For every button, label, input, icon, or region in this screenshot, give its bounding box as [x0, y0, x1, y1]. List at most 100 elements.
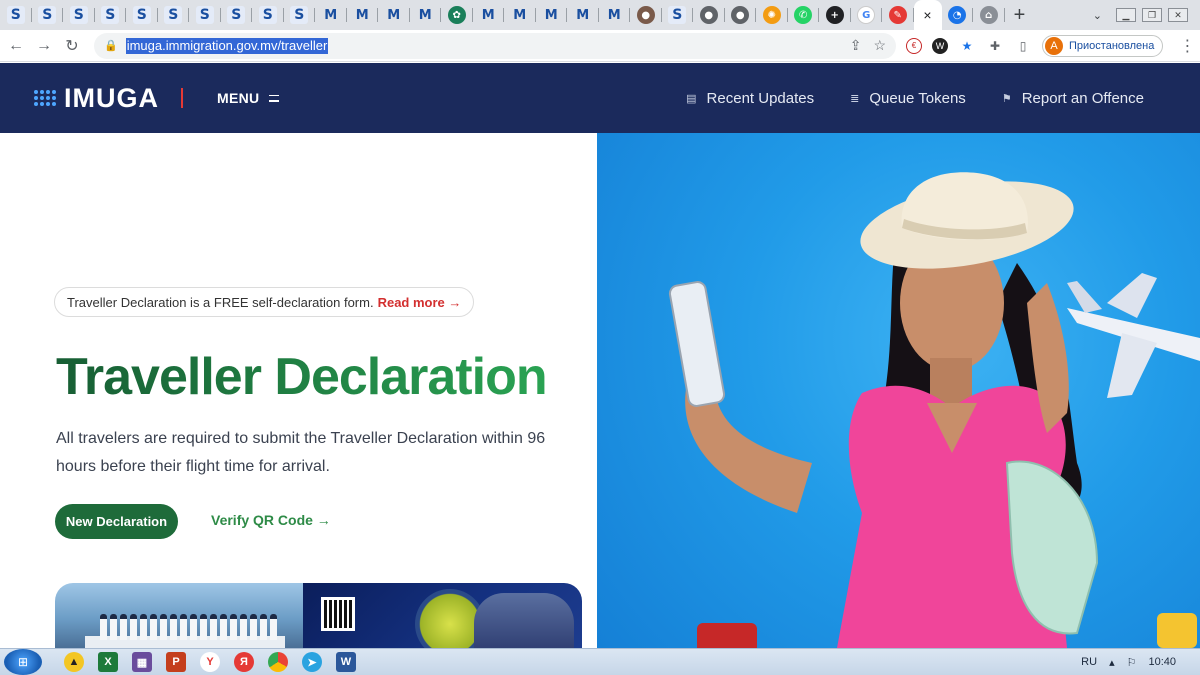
- extension-dark-icon[interactable]: W: [932, 37, 948, 54]
- profile-button[interactable]: A Приостановлена: [1042, 34, 1164, 57]
- traveller-illustration: [668, 172, 1200, 648]
- bookmark-star-icon[interactable]: ☆: [873, 37, 886, 54]
- avast-icon[interactable]: ▲: [64, 652, 84, 672]
- new-tab-button[interactable]: +: [1005, 0, 1035, 30]
- telegram-icon[interactable]: ➤: [302, 652, 322, 672]
- excel-icon[interactable]: X: [98, 652, 118, 672]
- tab-favicon-icon: ⌂: [979, 6, 998, 24]
- yandex-icon[interactable]: Я: [234, 652, 254, 672]
- windows-start-button[interactable]: ⊞: [4, 649, 42, 675]
- extensions-area: € W ★ ✚ ▯ A Приостановлена ⋮: [906, 34, 1195, 57]
- tab-favicon-icon: ●: [699, 6, 718, 24]
- browser-tab-9[interactable]: S: [284, 0, 316, 30]
- powerpoint-icon[interactable]: P: [166, 652, 186, 672]
- browser-tab-10[interactable]: M: [315, 0, 347, 30]
- url-text[interactable]: imuga.immigration.gov.mv/traveller: [125, 37, 329, 54]
- browser-tab-26[interactable]: +: [819, 0, 851, 30]
- nav-recent-updates[interactable]: ▤ Recent Updates: [686, 90, 814, 107]
- back-icon[interactable]: ←: [4, 32, 28, 60]
- tab-search-icon[interactable]: ⌄: [1093, 9, 1102, 22]
- browser-tab-28[interactable]: ✎: [882, 0, 914, 30]
- browser-tab-5[interactable]: S: [158, 0, 190, 30]
- logo[interactable]: IMUGA: [34, 83, 159, 114]
- browser-tab-12[interactable]: M: [378, 0, 410, 30]
- address-bar[interactable]: 🔒 imuga.immigration.gov.mv/traveller ⇪ ☆: [94, 32, 896, 59]
- reload-icon[interactable]: ↻: [60, 32, 84, 60]
- tab-favicon-icon: S: [258, 6, 277, 24]
- network-icon[interactable]: ⚐: [1127, 656, 1137, 669]
- browser-tab-14[interactable]: ✿: [441, 0, 473, 30]
- new-declaration-button[interactable]: New Declaration: [55, 504, 178, 539]
- tray-expand-icon[interactable]: ▴: [1109, 656, 1115, 669]
- menu-button[interactable]: MENU: [217, 90, 280, 106]
- browser-tab-15[interactable]: M: [473, 0, 505, 30]
- browser-tab-19[interactable]: M: [599, 0, 631, 30]
- tab-favicon-icon: ✿: [447, 6, 466, 24]
- lock-icon[interactable]: 🔒: [104, 39, 118, 52]
- browser-tab-4[interactable]: S: [126, 0, 158, 30]
- browser-tab-13[interactable]: M: [410, 0, 442, 30]
- promo-banner[interactable]: [55, 583, 582, 648]
- browser-tab-extra-1[interactable]: ⌂: [973, 0, 1005, 30]
- browser-tab-11[interactable]: M: [347, 0, 379, 30]
- yandex-browser-icon[interactable]: Y: [200, 652, 220, 672]
- tab-favicon-icon: M: [418, 7, 432, 23]
- word-icon[interactable]: W: [336, 652, 356, 672]
- extension-icon[interactable]: €: [906, 37, 922, 54]
- close-window-button[interactable]: ✕: [1168, 8, 1188, 22]
- verify-qr-link[interactable]: Verify QR Code →: [211, 512, 331, 528]
- browser-tab-22[interactable]: ●: [693, 0, 725, 30]
- forward-icon[interactable]: →: [32, 32, 56, 60]
- nav-label: Report an Offence: [1021, 89, 1144, 107]
- browser-tab-8[interactable]: S: [252, 0, 284, 30]
- suitcase-icon: [697, 623, 757, 648]
- browser-tab-23[interactable]: ●: [725, 0, 757, 30]
- chrome-icon[interactable]: [268, 652, 288, 672]
- share-icon[interactable]: ⇪: [850, 37, 862, 54]
- browser-tab-21[interactable]: S: [662, 0, 694, 30]
- browser-tab-16[interactable]: M: [504, 0, 536, 30]
- browser-tab-3[interactable]: S: [95, 0, 127, 30]
- tab-favicon-icon: ●: [731, 6, 750, 24]
- menu-label: MENU: [217, 90, 260, 106]
- phone-icon: [668, 281, 726, 407]
- tab-favicon-icon: ✺: [762, 6, 781, 24]
- browser-tab-27[interactable]: G: [851, 0, 883, 30]
- language-indicator[interactable]: RU: [1081, 656, 1097, 668]
- read-more-link[interactable]: Read more →: [378, 295, 462, 310]
- close-tab-icon[interactable]: ×: [923, 7, 931, 23]
- browser-tab-1[interactable]: S: [32, 0, 64, 30]
- browser-tab-0[interactable]: S: [0, 0, 32, 30]
- tab-favicon-icon: ◔: [948, 6, 967, 24]
- restore-button[interactable]: ❐: [1142, 8, 1162, 22]
- app-icon[interactable]: ▦: [132, 652, 152, 672]
- browser-tab-extra-0[interactable]: ◔: [942, 0, 974, 30]
- extension-star-icon[interactable]: ★: [958, 37, 976, 55]
- system-tray: RU ▴ ⚐ 10:40: [1081, 656, 1200, 669]
- tab-favicon-icon: S: [101, 6, 120, 24]
- browser-menu-icon[interactable]: ⋮: [1179, 36, 1195, 56]
- puzzle-icon[interactable]: ✚: [986, 37, 1004, 55]
- logo-dots-icon: [34, 90, 56, 106]
- side-panel-icon[interactable]: ▯: [1014, 37, 1032, 55]
- browser-tab-24[interactable]: ✺: [756, 0, 788, 30]
- browser-tab-25[interactable]: ✆: [788, 0, 820, 30]
- profile-label: Приостановлена: [1069, 39, 1155, 52]
- window-controls: ⌄ ▁ ❐ ✕: [1093, 0, 1200, 30]
- tab-favicon-icon: S: [195, 6, 214, 24]
- browser-tab-20[interactable]: ●: [630, 0, 662, 30]
- browser-tab-2[interactable]: S: [63, 0, 95, 30]
- browser-tab-18[interactable]: M: [567, 0, 599, 30]
- tab-favicon-icon: S: [164, 6, 183, 24]
- hero-content: Traveller Declaration is a FREE self-dec…: [0, 133, 597, 648]
- clock[interactable]: 10:40: [1148, 656, 1176, 668]
- nav-report-offence[interactable]: ⚑ Report an Offence: [1002, 90, 1144, 107]
- active-tab[interactable]: ×: [913, 0, 942, 30]
- tab-favicon-icon: S: [227, 6, 246, 24]
- tab-favicon-icon: S: [668, 6, 687, 24]
- minimize-button[interactable]: ▁: [1116, 8, 1136, 22]
- browser-tab-17[interactable]: M: [536, 0, 568, 30]
- browser-tab-7[interactable]: S: [221, 0, 253, 30]
- browser-tab-6[interactable]: S: [189, 0, 221, 30]
- nav-queue-tokens[interactable]: ≣ Queue Tokens: [850, 90, 966, 107]
